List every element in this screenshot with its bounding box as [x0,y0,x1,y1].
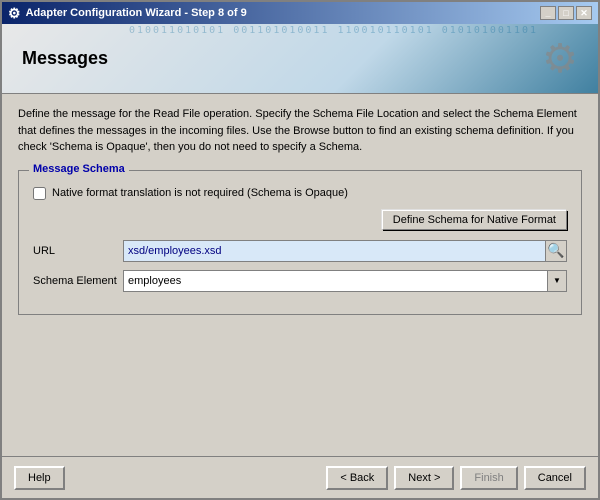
gear-icon: ⚙ [542,36,578,82]
main-window: ⚙ Adapter Configuration Wizard - Step 8 … [0,0,600,500]
schema-element-select[interactable]: employees [123,270,567,292]
finish-button[interactable]: Finish [460,466,517,490]
bottom-right-controls: < Back Next > Finish Cancel [326,466,586,490]
schema-element-select-wrapper: employees ▼ [123,270,567,292]
content-area: Messages 010011010101 001101010011 11001… [2,24,598,498]
schema-element-field-row: Schema Element employees ▼ [33,270,567,292]
bottom-bar: Help < Back Next > Finish Cancel [2,456,598,498]
browse-button[interactable]: 🔍 [545,240,567,262]
opaque-checkbox[interactable] [33,187,46,200]
next-button[interactable]: Next > [394,466,454,490]
wizard-icon: ⚙ [8,5,21,22]
opaque-checkbox-label: Native format translation is not require… [52,187,348,199]
header-banner: Messages 010011010101 001101010011 11001… [2,24,598,94]
bottom-left-controls: Help [14,466,65,490]
message-schema-group: Message Schema Native format translation… [18,170,582,315]
back-button[interactable]: < Back [326,466,388,490]
description-text: Define the message for the Read File ope… [18,106,582,156]
close-button[interactable]: ✕ [576,6,592,20]
title-bar-text: ⚙ Adapter Configuration Wizard - Step 8 … [8,5,247,22]
maximize-button[interactable]: □ [558,6,574,20]
schema-element-label: Schema Element [33,275,123,287]
url-field-row: URL 🔍 [33,240,567,262]
define-btn-row: Define Schema for Native Format [33,210,567,230]
window-title: Adapter Configuration Wizard - Step 8 of… [26,7,247,19]
define-schema-button[interactable]: Define Schema for Native Format [382,210,567,230]
cancel-button[interactable]: Cancel [524,466,586,490]
help-button[interactable]: Help [14,466,65,490]
minimize-button[interactable]: _ [540,6,556,20]
url-input[interactable] [123,240,545,262]
group-box-title: Message Schema [29,163,129,175]
url-input-group: 🔍 [123,240,567,262]
page-title: Messages [22,48,108,69]
url-label: URL [33,245,123,257]
title-bar-controls: _ □ ✕ [540,6,592,20]
title-bar: ⚙ Adapter Configuration Wizard - Step 8 … [2,2,598,24]
opaque-checkbox-row: Native format translation is not require… [33,187,567,200]
main-content: Define the message for the Read File ope… [2,94,598,456]
binary-decoration: 010011010101 001101010011 110010110101 0… [129,24,538,38]
